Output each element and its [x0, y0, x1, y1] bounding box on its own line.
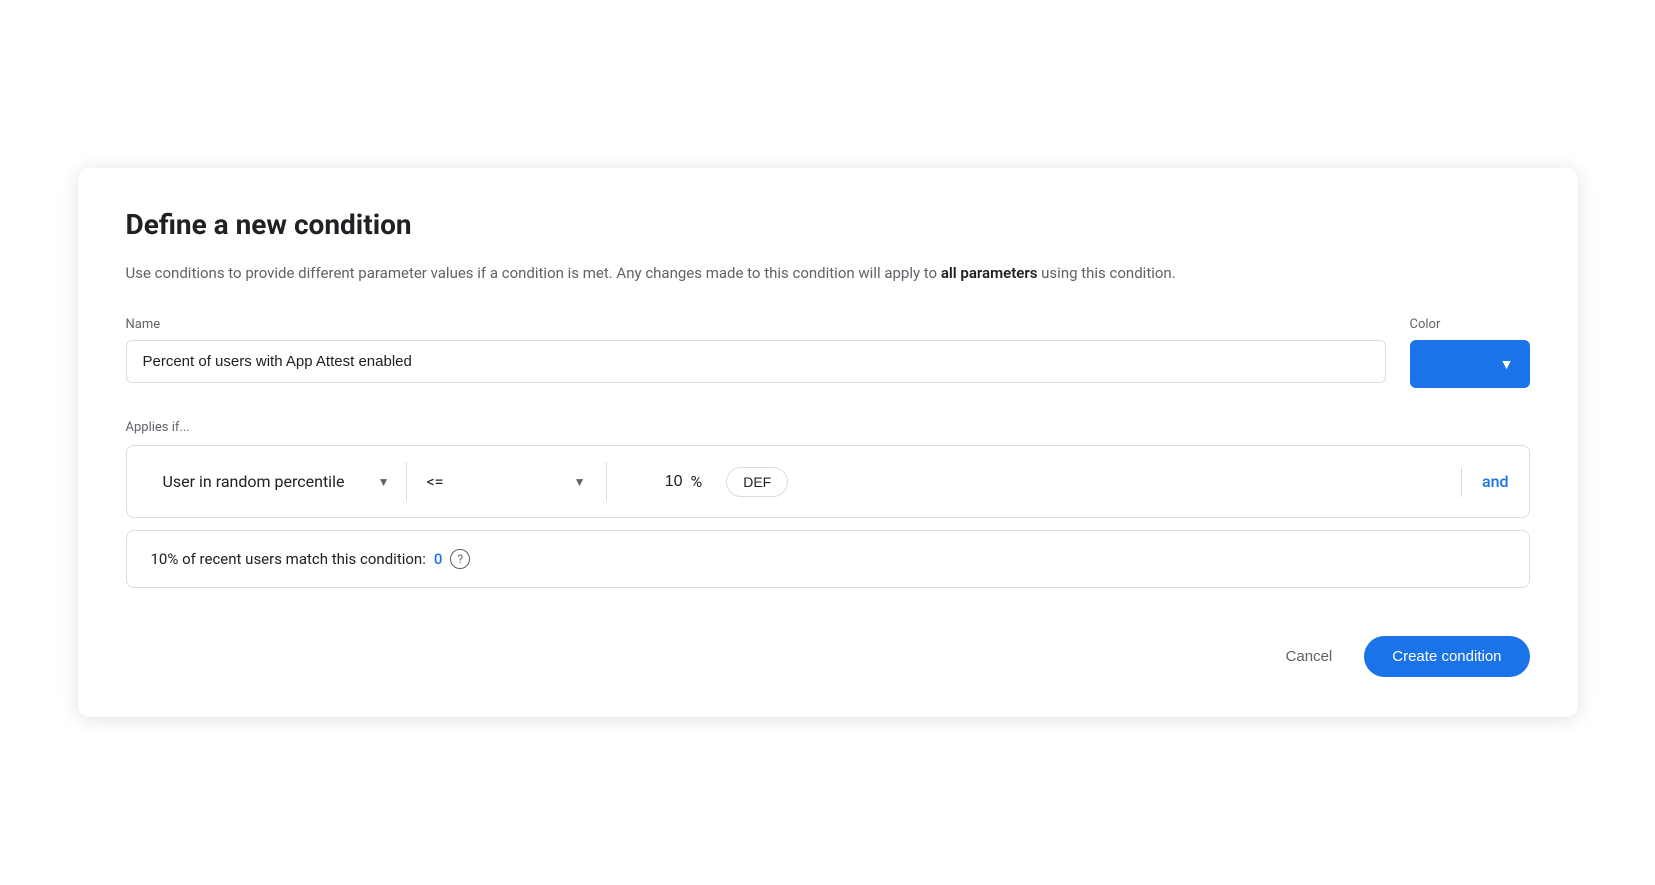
condition-type-value: User in random percentile: [163, 472, 345, 491]
applies-label: Applies if...: [126, 420, 1530, 435]
and-button[interactable]: and: [1482, 472, 1509, 491]
dialog-title: Define a new condition: [126, 208, 1530, 241]
name-label: Name: [126, 317, 1386, 332]
description-text-start: Use conditions to provide different para…: [126, 264, 941, 282]
value-input-area: % DEF: [607, 467, 1462, 497]
condition-box: User in random percentile ▼ <= ▼ % DEF a…: [126, 445, 1530, 518]
chevron-down-icon: ▼: [574, 475, 586, 489]
percent-label: %: [691, 472, 703, 491]
create-condition-button[interactable]: Create condition: [1364, 636, 1529, 677]
condition-type-select[interactable]: User in random percentile ▼: [147, 462, 407, 501]
applies-section: Applies if... User in random percentile …: [126, 420, 1530, 588]
percentile-value-input[interactable]: [623, 473, 683, 491]
dialog-footer: Cancel Create condition: [126, 636, 1530, 677]
name-input[interactable]: [126, 340, 1386, 383]
name-color-row: Name Color ▼: [126, 317, 1530, 388]
def-button[interactable]: DEF: [726, 467, 788, 497]
match-count: 0: [434, 550, 443, 568]
match-text: 10% of recent users match this condition…: [151, 550, 426, 568]
operator-select[interactable]: <= ▼: [407, 462, 607, 501]
help-icon[interactable]: ?: [450, 549, 470, 569]
cancel-button[interactable]: Cancel: [1270, 638, 1349, 675]
description-text-end: using this condition.: [1037, 264, 1175, 282]
dialog-description: Use conditions to provide different para…: [126, 261, 1530, 285]
color-group: Color ▼: [1410, 317, 1530, 388]
color-label: Color: [1410, 317, 1530, 332]
chevron-down-icon: ▼: [378, 475, 390, 489]
color-picker-button[interactable]: ▼: [1410, 340, 1530, 388]
operator-value: <=: [427, 472, 444, 491]
condition-row: User in random percentile ▼ <= ▼ % DEF a…: [127, 446, 1529, 517]
def-label: DEF: [743, 474, 771, 490]
chevron-down-icon: ▼: [1500, 356, 1514, 372]
name-group: Name: [126, 317, 1386, 383]
define-condition-dialog: Define a new condition Use conditions to…: [78, 168, 1578, 717]
match-info-box: 10% of recent users match this condition…: [126, 530, 1530, 588]
description-bold: all parameters: [941, 264, 1038, 282]
